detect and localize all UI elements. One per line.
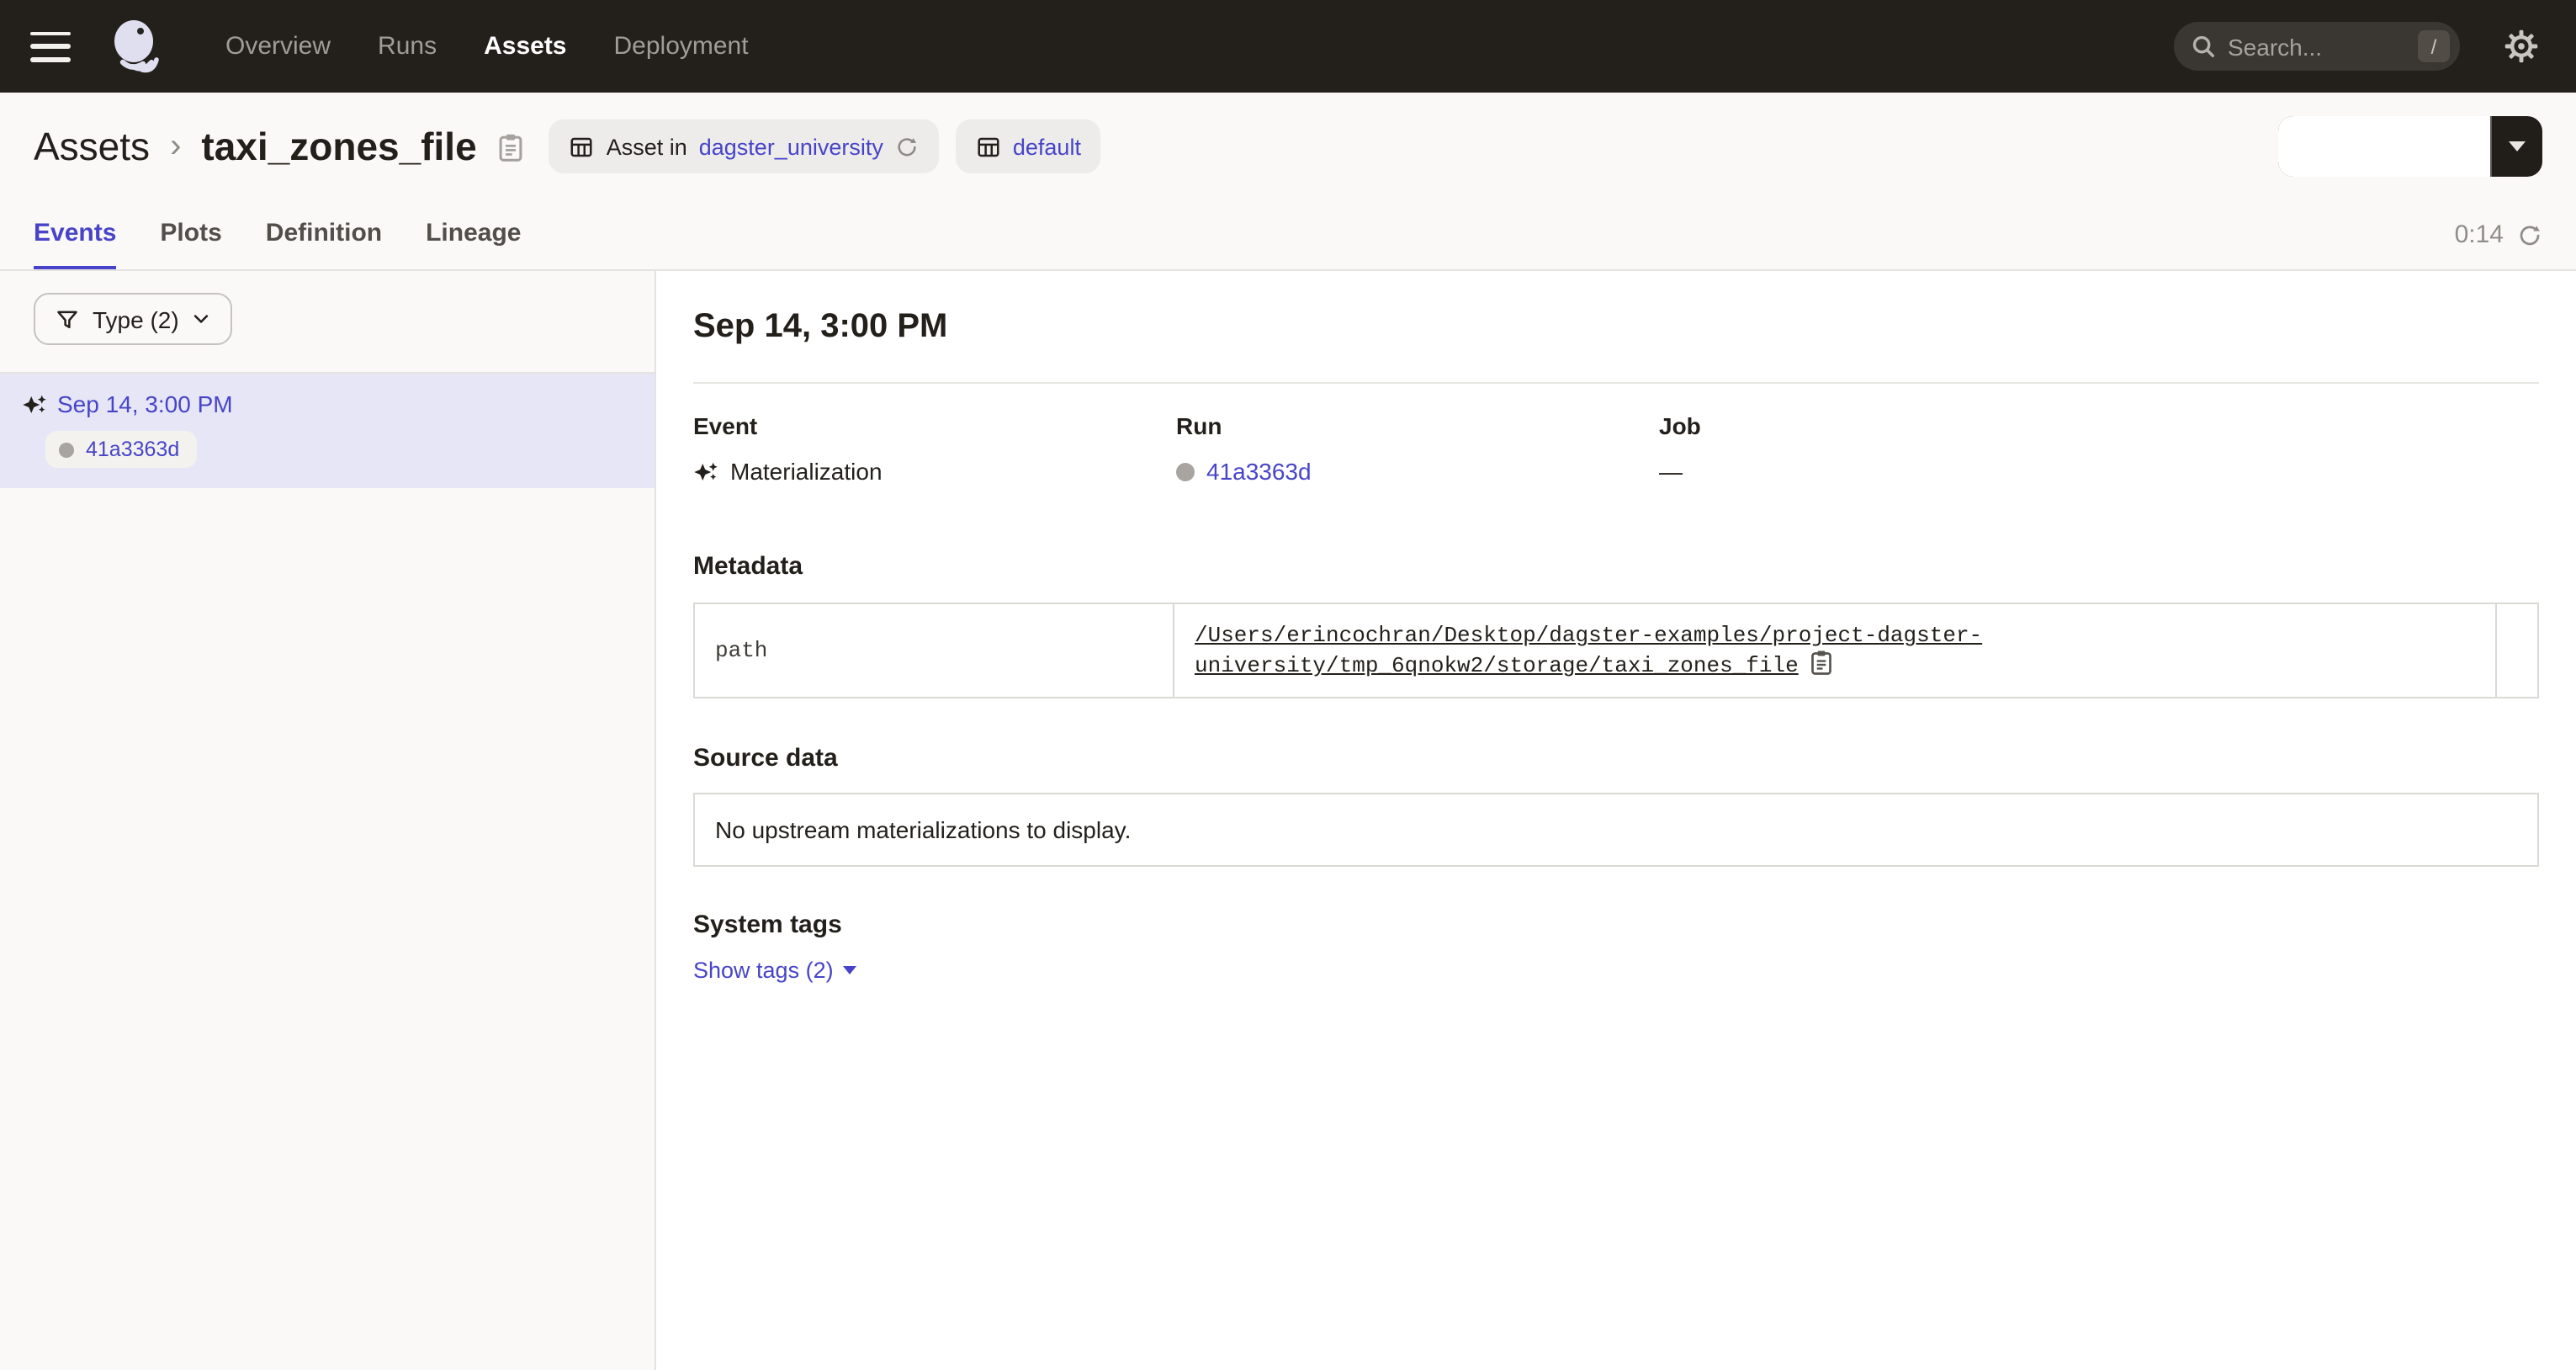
- job-column-label: Job: [1659, 412, 2142, 439]
- event-column-label: Event: [693, 412, 1176, 439]
- tab-plots[interactable]: Plots: [160, 219, 221, 269]
- metadata-heading: Metadata: [693, 552, 2539, 581]
- asset-group-grid-icon: [570, 134, 595, 159]
- search-input[interactable]: [2228, 33, 2406, 60]
- breadcrumb-assets-link[interactable]: Assets: [34, 124, 150, 169]
- run-id-badge[interactable]: 41a3363d: [45, 431, 196, 468]
- group-default-link[interactable]: default: [1013, 134, 1081, 159]
- global-search[interactable]: /: [2174, 22, 2460, 71]
- run-id-link[interactable]: 41a3363d: [1206, 458, 1312, 485]
- type-filter-button[interactable]: Type (2): [34, 293, 233, 345]
- source-data-empty-text: No upstream materializations to display.: [715, 816, 1131, 843]
- table-row: path /Users/erincochran/Desktop/dagster-…: [694, 603, 2538, 698]
- asset-tabs-bar: Events Plots Definition Lineage 0:14: [0, 197, 2576, 271]
- search-icon: [2191, 34, 2216, 59]
- dagster-logo[interactable]: [104, 16, 165, 77]
- asset-name-title: taxi_zones_file: [201, 124, 476, 169]
- metadata-key: path: [694, 603, 1174, 698]
- metadata-empty-cell: [2496, 603, 2538, 698]
- metadata-value: /Users/erincochran/Desktop/dagster-examp…: [1174, 603, 2496, 698]
- caret-down-icon: [844, 966, 857, 974]
- event-timestamp-link[interactable]: Sep 14, 3:00 PM: [57, 390, 233, 417]
- materialize-split-button: Materialize: [2279, 116, 2542, 177]
- asset-in-label: Asset in: [607, 134, 687, 159]
- timer-value: 0:14: [2455, 220, 2504, 249]
- tab-definition[interactable]: Definition: [266, 219, 382, 269]
- refresh-timer: 0:14: [2455, 220, 2542, 269]
- refresh-icon[interactable]: [2517, 222, 2542, 247]
- show-tags-toggle[interactable]: Show tags (2): [693, 958, 857, 983]
- tab-events[interactable]: Events: [34, 219, 116, 269]
- run-status-dot: [1176, 462, 1195, 481]
- group-badge: default: [956, 119, 1101, 173]
- nav-item-assets[interactable]: Assets: [484, 32, 566, 61]
- reload-location-icon[interactable]: [895, 135, 919, 158]
- event-list-item[interactable]: Sep 14, 3:00 PM 41a3363d: [0, 374, 655, 488]
- materialize-sparkle-icon: [2303, 132, 2331, 161]
- tab-lineage[interactable]: Lineage: [426, 219, 521, 269]
- source-data-empty-box: No upstream materializations to display.: [693, 793, 2539, 867]
- materialization-sparkle-icon: [22, 391, 47, 417]
- run-column: Run 41a3363d: [1176, 412, 1659, 485]
- source-data-heading: Source data: [693, 744, 2539, 773]
- run-column-label: Run: [1176, 412, 1659, 439]
- event-heading: Sep 14, 3:00 PM: [693, 308, 2539, 347]
- nav-item-runs[interactable]: Runs: [378, 32, 437, 61]
- copy-asset-name-icon[interactable]: [497, 130, 526, 162]
- nav-item-overview[interactable]: Overview: [225, 32, 331, 61]
- menu-hamburger-icon[interactable]: [30, 31, 71, 61]
- event-column: Event Materialization: [693, 412, 1176, 485]
- chevron-down-icon: [193, 310, 211, 328]
- metadata-table: path /Users/erincochran/Desktop/dagster-…: [693, 603, 2539, 698]
- divider: [693, 382, 2539, 384]
- search-shortcut-key: /: [2418, 30, 2450, 62]
- event-detail-panel: Sep 14, 3:00 PM Event Materializatio: [656, 271, 2576, 1370]
- materialize-dropdown-button[interactable]: [2492, 116, 2542, 177]
- materialize-label: Materialize: [2345, 132, 2467, 161]
- job-empty-value: —: [1659, 458, 1683, 485]
- system-tags-heading: System tags: [693, 911, 2539, 939]
- materialization-sparkle-icon: [693, 459, 718, 484]
- filter-label: Type (2): [93, 305, 179, 332]
- event-type-value: Materialization: [730, 458, 883, 485]
- events-sidebar: Type (2) Sep 14, 3:00 PM: [0, 271, 656, 1370]
- code-location-link[interactable]: dagster_university: [699, 134, 883, 159]
- filter-funnel-icon: [56, 307, 79, 331]
- primary-nav: Overview Runs Assets Deployment: [225, 32, 749, 61]
- metadata-path-link[interactable]: /Users/erincochran/Desktop/dagster-examp…: [1195, 623, 1982, 678]
- filter-row: Type (2): [0, 271, 655, 374]
- job-column: Job —: [1659, 412, 2142, 485]
- show-tags-label: Show tags (2): [693, 958, 834, 983]
- run-status-dot: [59, 442, 74, 457]
- nav-item-deployment[interactable]: Deployment: [614, 32, 749, 61]
- materialize-button[interactable]: Materialize: [2279, 116, 2490, 177]
- top-nav: Overview Runs Assets Deployment /: [0, 0, 2576, 93]
- group-grid-icon: [976, 134, 1001, 159]
- code-location-badge: Asset in dagster_university: [549, 119, 939, 173]
- run-id-label: 41a3363d: [86, 438, 179, 461]
- copy-path-icon[interactable]: [1809, 648, 1834, 677]
- settings-gear-icon[interactable]: [2504, 29, 2539, 64]
- breadcrumb-separator: ›: [167, 127, 184, 166]
- caret-down-icon: [2509, 141, 2526, 151]
- asset-header: Assets › taxi_zones_file Asset in dagste…: [0, 93, 2576, 197]
